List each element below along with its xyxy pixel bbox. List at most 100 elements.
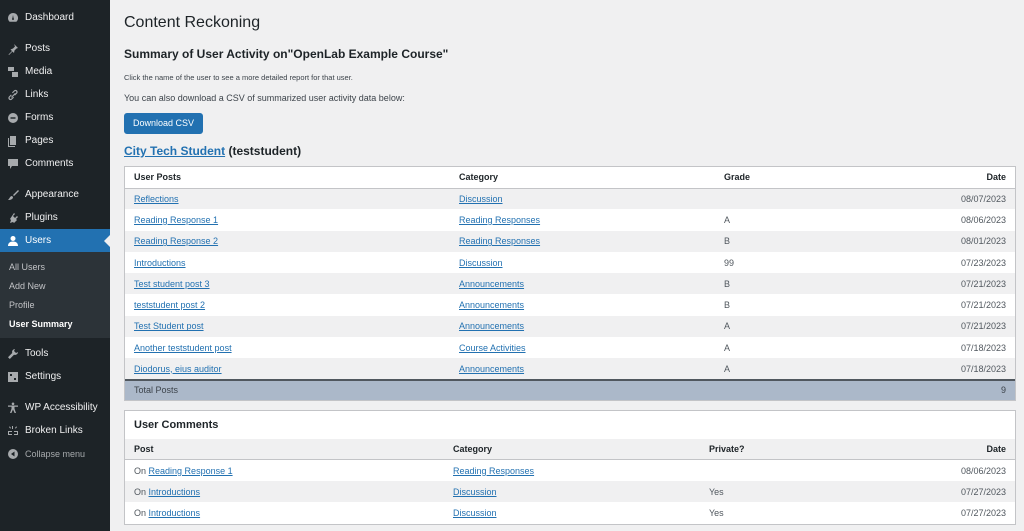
category-link[interactable]: Announcements <box>459 300 524 310</box>
grade-cell: A <box>724 214 731 225</box>
post-title-link[interactable]: Diodorus, eius auditor <box>134 364 222 374</box>
post-title-link[interactable]: Reading Response 1 <box>134 215 218 225</box>
comment-post-cell: On Reading Response 1 <box>125 460 444 481</box>
post-title-link[interactable]: Introductions <box>134 258 186 268</box>
grade-cell: A <box>715 315 839 338</box>
header-category: Category <box>450 167 715 189</box>
user-heading: City Tech Student (teststudent) <box>124 144 1016 158</box>
table-row: On Introductions Discussion Yes 07/27/2023 <box>125 502 1015 523</box>
category-link[interactable]: Discussion <box>453 508 497 518</box>
comment-post-cell: On Introductions <box>125 502 444 523</box>
sidebar-item-users[interactable]: Users <box>0 229 110 252</box>
table-row: On Introductions Discussion Yes 07/27/2023 <box>125 480 1015 503</box>
sidebar-item-wp-accessibility[interactable]: WP Accessibility <box>0 396 110 419</box>
sidebar-item-comments[interactable]: Comments <box>0 152 110 175</box>
sidebar-item-broken-links[interactable]: Broken Links <box>0 419 110 442</box>
sidebar-item-plugins[interactable]: Plugins <box>0 206 110 229</box>
comment-post-link[interactable]: Introductions <box>149 487 201 497</box>
grade-cell: A <box>715 358 839 380</box>
category-link[interactable]: Reading Responses <box>453 466 534 476</box>
sidebar-item-settings[interactable]: Settings <box>0 365 110 388</box>
sidebar-item-media[interactable]: Media <box>0 60 110 83</box>
category-link[interactable]: Discussion <box>453 487 497 497</box>
collapse-menu-button[interactable]: Collapse menu <box>0 442 110 465</box>
header-grade: Grade <box>715 167 839 189</box>
category-cell: Reading Responses <box>450 230 715 252</box>
category-cell: Announcements <box>450 358 715 380</box>
category-cell: Discussion <box>450 188 715 210</box>
collapse-icon <box>7 448 19 460</box>
post-title-cell: Diodorus, eius auditor <box>125 358 450 380</box>
category-link[interactable]: Announcements <box>459 279 524 289</box>
post-title-link[interactable]: teststudent post 2 <box>134 300 205 310</box>
date-cell: 07/23/2023 <box>960 257 1006 268</box>
category-cell: Discussion <box>444 502 700 523</box>
private-cell: Yes <box>709 507 724 518</box>
private-cell: Yes <box>700 480 845 503</box>
category-link[interactable]: Reading Responses <box>459 236 540 246</box>
header-private: Private? <box>700 438 845 461</box>
download-csv-button[interactable]: Download CSV <box>124 113 204 134</box>
comments-title: User Comments <box>125 410 1015 439</box>
table-row: Introductions Discussion 99 07/23/2023 <box>125 252 1015 273</box>
submenu-user-summary[interactable]: User Summary <box>0 314 110 333</box>
submenu-add-new[interactable]: Add New <box>0 276 110 295</box>
sidebar-item-appearance[interactable]: Appearance <box>0 183 110 206</box>
category-link[interactable]: Announcements <box>459 364 524 374</box>
comment-post-link[interactable]: Reading Response 1 <box>149 466 233 476</box>
submenu-profile[interactable]: Profile <box>0 295 110 314</box>
grade-cell: B <box>715 230 839 252</box>
post-title-link[interactable]: Another teststudent post <box>134 343 232 353</box>
posts-header-row: User Posts Category Grade Date <box>125 167 1015 189</box>
user-login: (teststudent) <box>228 144 302 158</box>
summary-title: Summary of User Activity on"OpenLab Exam… <box>124 47 449 61</box>
grade-cell <box>715 188 839 210</box>
date-cell: 07/21/2023 <box>838 273 1015 295</box>
pages-icon <box>7 135 19 147</box>
total-posts-value: 9 <box>838 378 1015 400</box>
user-icon <box>7 235 19 247</box>
page-title: Content Reckoning <box>124 14 261 31</box>
post-title-link[interactable]: Reflections <box>134 194 179 204</box>
category-link[interactable]: Announcements <box>459 321 524 331</box>
post-title-link[interactable]: Reading Response 2 <box>134 236 218 246</box>
settings-icon <box>7 371 19 383</box>
category-link[interactable]: Reading Responses <box>459 215 540 225</box>
date-cell: 08/01/2023 <box>838 230 1015 252</box>
category-link[interactable]: Discussion <box>459 194 503 204</box>
table-row: On Reading Response 1 Reading Responses 08… <box>125 460 1015 481</box>
sidebar-item-posts[interactable]: Posts <box>0 37 110 60</box>
grade-cell: B <box>724 300 731 311</box>
media-icon <box>7 66 19 78</box>
post-title-cell: Reflections <box>125 188 450 210</box>
submenu-all-users[interactable]: All Users <box>0 257 110 276</box>
table-row: Diodorus, eius auditor Announcements A 07/1… <box>125 358 1015 380</box>
csv-note: You can also download a CSV of summarize… <box>124 93 405 103</box>
forms-icon <box>7 112 19 124</box>
comment-post-link[interactable]: Introductions <box>149 508 201 518</box>
brush-icon <box>7 189 19 201</box>
main-content: Content Reckoning Summary of User Activi… <box>124 0 1016 525</box>
sidebar-item-pages[interactable]: Pages <box>0 129 110 152</box>
category-cell: Discussion <box>450 252 715 273</box>
table-row: Test Student post Announcements A 07/21/202… <box>125 315 1015 338</box>
user-name-link[interactable]: City Tech Student <box>124 144 225 158</box>
post-title-cell: Another teststudent post <box>125 337 450 358</box>
table-row: Reflections Discussion 08/07/2023 <box>125 188 1015 210</box>
sidebar-item-links[interactable]: Links <box>0 83 110 106</box>
sidebar-item-dashboard[interactable]: Dashboard <box>0 6 110 29</box>
category-link[interactable]: Course Activities <box>459 343 526 353</box>
date-cell: 08/06/2023 <box>960 214 1006 225</box>
sidebar-item-tools[interactable]: Tools <box>0 342 110 365</box>
pin-icon <box>7 43 19 55</box>
post-title-link[interactable]: Test Student post <box>134 321 204 331</box>
category-link[interactable]: Discussion <box>459 258 503 268</box>
sidebar-item-forms[interactable]: Forms <box>0 106 110 129</box>
grade-cell: B <box>715 273 839 295</box>
on-prefix: On <box>134 507 147 518</box>
category-cell: Reading Responses <box>450 209 715 230</box>
users-submenu: All Users Add New Profile User Summary <box>0 252 110 338</box>
post-title-cell: Reading Response 2 <box>125 230 450 252</box>
grade-cell: 99 <box>724 257 735 268</box>
post-title-link[interactable]: Test student post 3 <box>134 279 210 289</box>
